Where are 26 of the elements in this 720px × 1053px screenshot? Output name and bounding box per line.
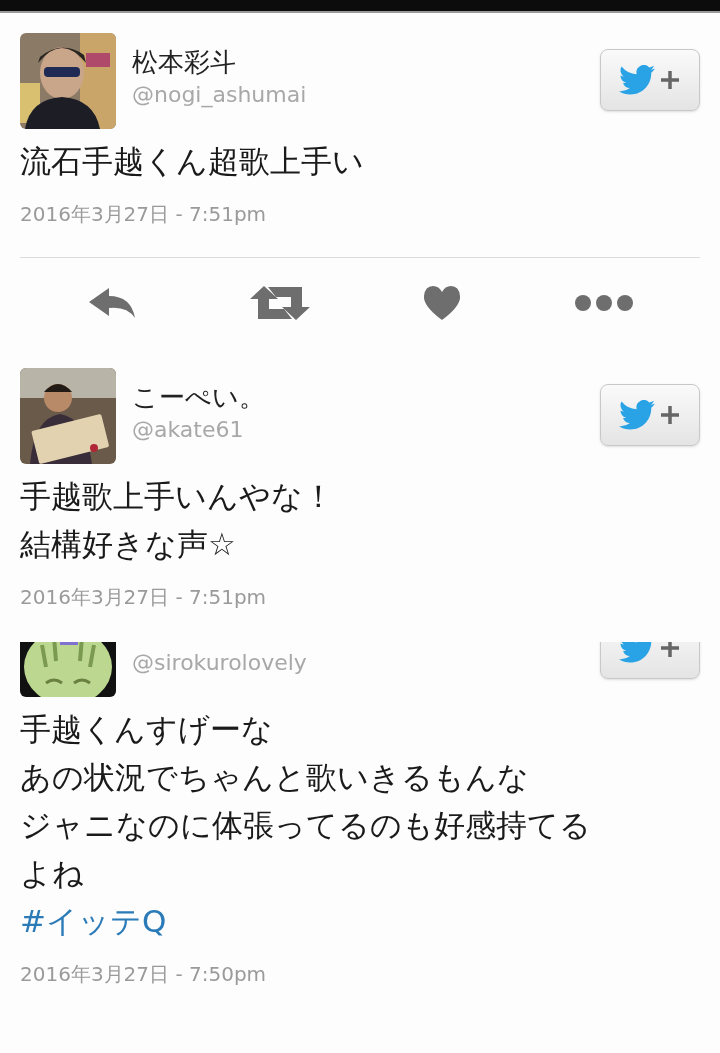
- plus-icon: [659, 642, 681, 659]
- tweet-date: 2016年3月27日 - 7:51pm: [20, 585, 267, 609]
- follow-button[interactable]: [600, 49, 700, 111]
- user-name: 松本彩斗: [132, 46, 237, 79]
- retweet-icon[interactable]: [249, 286, 310, 320]
- follow-button[interactable]: [600, 384, 700, 446]
- user-handle: @nogi_ashumai: [132, 81, 308, 110]
- heart-icon[interactable]: [422, 286, 461, 320]
- tweet-text: よね: [20, 854, 85, 893]
- hashtag-link[interactable]: #イッテQ: [20, 897, 167, 945]
- tweet-date: 2016年3月27日 - 7:51pm: [20, 202, 267, 226]
- user-name: こーぺい。: [132, 381, 266, 414]
- tweet-date: 2016年3月27日 - 7:50pm: [20, 962, 267, 986]
- tweet-text: 手越歌上手いんやな！: [20, 477, 335, 516]
- more-icon[interactable]: [573, 294, 634, 312]
- plus-icon: [659, 69, 681, 91]
- tweet-text: ジャニなのに体張ってるのも好感持てる: [20, 806, 592, 845]
- bird-icon: [619, 65, 655, 95]
- tweet-text: 手越くんすげーな: [20, 710, 274, 749]
- tweet-text: あの状況でちゃんと歌いきるもんな: [20, 758, 530, 797]
- user-handle: @akate61: [132, 416, 245, 444]
- tweet-text: 結構好きな声☆: [20, 525, 237, 564]
- user-handle: @sirokurolovely: [132, 649, 308, 677]
- plus-icon: [659, 404, 681, 426]
- bird-icon: [619, 400, 655, 430]
- tweet-text: 流石手越くん超歌上手い: [20, 142, 365, 181]
